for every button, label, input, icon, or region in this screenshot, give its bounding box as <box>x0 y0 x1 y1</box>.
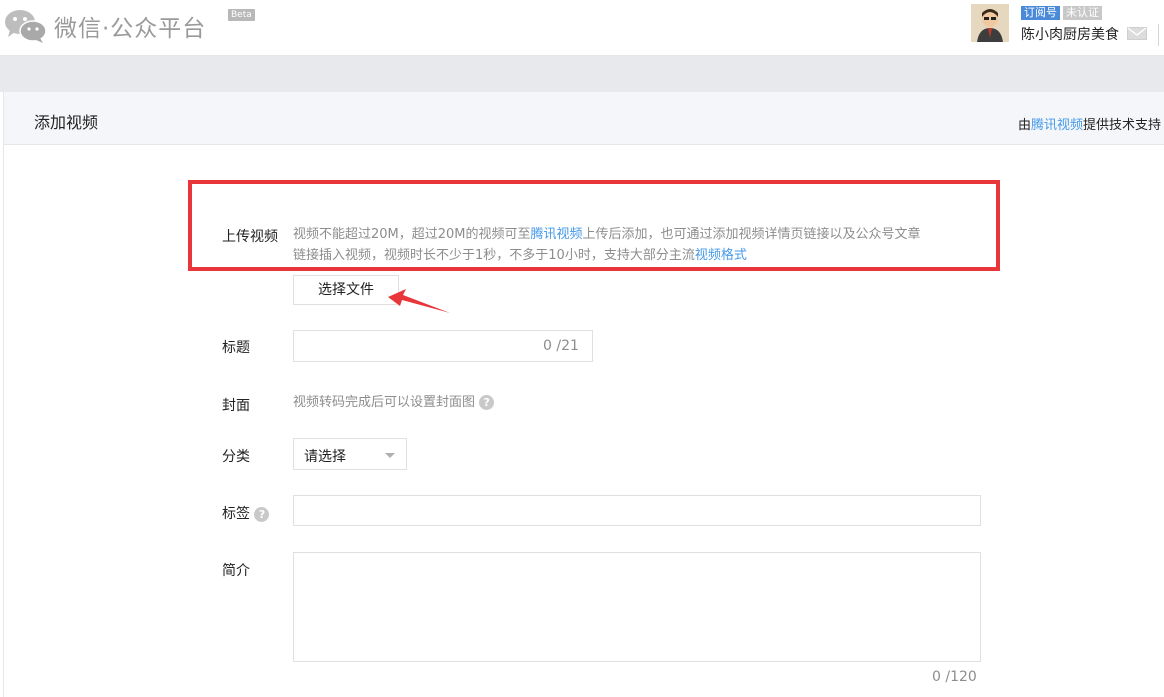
help-icon[interactable]: ? <box>479 395 495 410</box>
tags-input[interactable] <box>293 495 981 526</box>
video-format-link[interactable]: 视频格式 <box>695 248 747 263</box>
tags-label-text: 标签 <box>222 506 250 522</box>
upload-hint-part-1: 视频不能超过20M，超过20M的视频可至 <box>293 227 531 242</box>
intro-char-counter: 0 /120 <box>932 669 977 685</box>
upload-hint-part-2: 上传后添加，也可通过添加视频详情页链接以及公众号文章 <box>582 227 921 242</box>
tags-label: 标签 ? <box>222 503 270 523</box>
powered-by-text: 由腾讯视频提供技术支持 <box>1018 114 1161 133</box>
account-name[interactable]: 陈小肉厨房美食 <box>1021 24 1119 44</box>
upload-video-label: 上传视频 <box>222 229 278 245</box>
wechat-logo-icon <box>5 10 47 43</box>
title-char-counter: 0 /21 <box>543 338 579 354</box>
powered-prefix: 由 <box>1018 118 1032 133</box>
mail-icon[interactable] <box>1127 27 1147 40</box>
account-type-badge: 订阅号 <box>1021 6 1060 20</box>
category-select[interactable]: 请选择 <box>293 438 407 470</box>
intro-label: 简介 <box>222 563 250 579</box>
upload-hint-part-3: 链接插入视频，视频时长不少于1秒，不多于10小时，支持大部分主流 <box>293 248 695 263</box>
tencent-video-link[interactable]: 腾讯视频 <box>1031 118 1083 133</box>
top-bar: 微信·公众平台 Beta 订阅号 未认证 陈小肉厨房美食 <box>0 0 1164 56</box>
category-selected-value: 请选择 <box>304 449 346 465</box>
panel-header: 添加视频 由腾讯视频提供技术支持 <box>4 92 1164 145</box>
beta-badge: Beta <box>228 9 255 21</box>
red-arrow-annotation <box>388 289 450 313</box>
title-label: 标题 <box>222 340 250 356</box>
help-icon[interactable]: ? <box>254 506 270 522</box>
cover-hint-text: 视频转码完成后可以设置封面图 <box>293 395 476 410</box>
page-title: 添加视频 <box>34 113 99 132</box>
avatar[interactable] <box>971 4 1009 42</box>
grey-band <box>0 56 1164 92</box>
cover-hint: 视频转码完成后可以设置封面图 ? <box>293 392 495 413</box>
verify-status-badge: 未认证 <box>1063 6 1102 20</box>
upload-hint: 视频不能超过20M，超过20M的视频可至腾讯视频上传后添加，也可通过添加视频详情… <box>293 224 983 266</box>
choose-file-button[interactable]: 选择文件 <box>293 275 399 305</box>
tencent-video-upload-link[interactable]: 腾讯视频 <box>531 227 583 242</box>
intro-textarea[interactable] <box>293 552 981 662</box>
header-divider <box>1158 24 1159 46</box>
cover-label: 封面 <box>222 398 250 414</box>
chevron-down-icon <box>385 453 395 458</box>
powered-suffix: 提供技术支持 <box>1083 118 1162 133</box>
category-label: 分类 <box>222 449 250 465</box>
platform-title: 微信·公众平台 <box>54 16 207 42</box>
